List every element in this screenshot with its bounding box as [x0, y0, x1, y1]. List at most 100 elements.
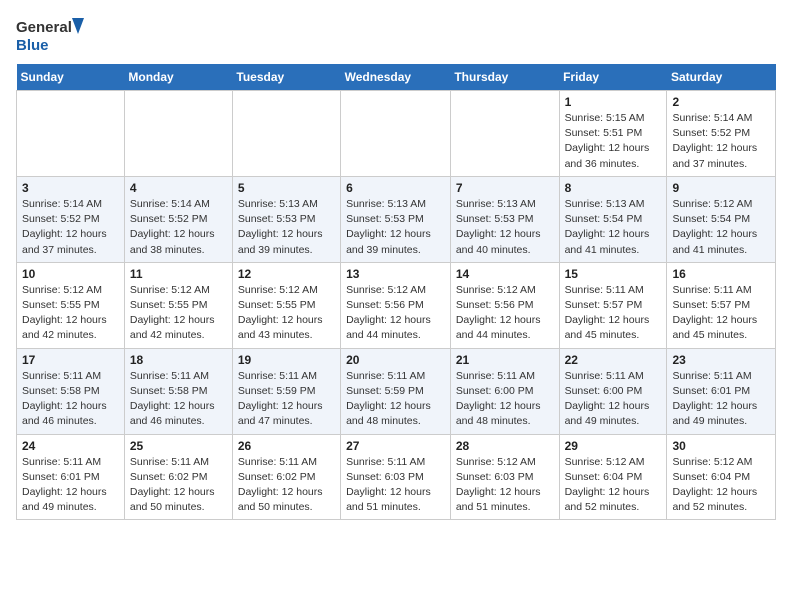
calendar-cell: 20Sunrise: 5:11 AM Sunset: 5:59 PM Dayli… — [341, 348, 451, 434]
calendar-cell: 11Sunrise: 5:12 AM Sunset: 5:55 PM Dayli… — [124, 262, 232, 348]
day-number: 30 — [672, 439, 770, 453]
day-info: Sunrise: 5:11 AM Sunset: 5:59 PM Dayligh… — [238, 369, 335, 430]
col-header-friday: Friday — [559, 64, 667, 91]
day-number: 23 — [672, 353, 770, 367]
calendar-cell: 27Sunrise: 5:11 AM Sunset: 6:03 PM Dayli… — [341, 434, 451, 520]
calendar-cell: 26 Sunrise: 5:11 AM Sunset: 6:02 PM Dayli… — [232, 434, 340, 520]
calendar-cell: 1 Sunrise: 5:15 AM Sunset: 5:51 PM Daylig… — [559, 91, 667, 177]
svg-text:General: General — [16, 19, 72, 36]
day-info: Sunrise: 5:12 AM Sunset: 6:03 PM Dayligh… — [456, 455, 554, 516]
calendar-cell: 28 Sunrise: 5:12 AM Sunset: 6:03 PM Dayli… — [450, 434, 559, 520]
day-info: Sunrise: 5:14 AM Sunset: 5:52 PM Dayligh… — [22, 197, 119, 258]
day-info: Sunrise: 5:13 AM Sunset: 5:53 PM Dayligh… — [346, 197, 445, 258]
day-number: 13 — [346, 267, 445, 281]
calendar-week-row: 3 Sunrise: 5:14 AM Sunset: 5:52 PM Daylig… — [17, 176, 776, 262]
calendar-cell: 18 Sunrise: 5:11 AM Sunset: 5:58 PM Dayli… — [124, 348, 232, 434]
day-info: Sunrise: 5:13 AM Sunset: 5:53 PM Dayligh… — [238, 197, 335, 258]
calendar-cell: 10 Sunrise: 5:12 AM Sunset: 5:55 PM Dayli… — [17, 262, 125, 348]
day-info: Sunrise: 5:12 AM Sunset: 5:55 PM Dayligh… — [238, 283, 335, 344]
calendar-cell — [450, 91, 559, 177]
day-number: 1 — [565, 95, 662, 109]
day-info: Sunrise: 5:11 AM Sunset: 6:01 PM Dayligh… — [22, 455, 119, 516]
day-info: Sunrise: 5:11 AM Sunset: 6:01 PM Dayligh… — [672, 369, 770, 430]
day-number: 21 — [456, 353, 554, 367]
calendar-cell: 5 Sunrise: 5:13 AM Sunset: 5:53 PM Daylig… — [232, 176, 340, 262]
day-info: Sunrise: 5:12 AM Sunset: 5:55 PM Dayligh… — [22, 283, 119, 344]
calendar-cell: 22 Sunrise: 5:11 AM Sunset: 6:00 PM Dayli… — [559, 348, 667, 434]
day-number: 4 — [130, 181, 227, 195]
page-header: GeneralBlue — [16, 16, 776, 54]
logo: GeneralBlue — [16, 16, 88, 54]
day-number: 3 — [22, 181, 119, 195]
calendar-cell: 29Sunrise: 5:12 AM Sunset: 6:04 PM Dayli… — [559, 434, 667, 520]
day-number: 19 — [238, 353, 335, 367]
day-number: 25 — [130, 439, 227, 453]
day-number: 10 — [22, 267, 119, 281]
col-header-tuesday: Tuesday — [232, 64, 340, 91]
day-number: 15 — [565, 267, 662, 281]
day-info: Sunrise: 5:11 AM Sunset: 5:58 PM Dayligh… — [22, 369, 119, 430]
day-info: Sunrise: 5:12 AM Sunset: 5:56 PM Dayligh… — [456, 283, 554, 344]
calendar-cell: 25Sunrise: 5:11 AM Sunset: 6:02 PM Dayli… — [124, 434, 232, 520]
day-number: 5 — [238, 181, 335, 195]
calendar-cell: 30 Sunrise: 5:12 AM Sunset: 6:04 PM Dayli… — [667, 434, 776, 520]
day-info: Sunrise: 5:11 AM Sunset: 6:03 PM Dayligh… — [346, 455, 445, 516]
day-info: Sunrise: 5:11 AM Sunset: 5:57 PM Dayligh… — [565, 283, 662, 344]
calendar-cell: 4Sunrise: 5:14 AM Sunset: 5:52 PM Daylig… — [124, 176, 232, 262]
day-info: Sunrise: 5:11 AM Sunset: 6:02 PM Dayligh… — [238, 455, 335, 516]
calendar-cell: 12 Sunrise: 5:12 AM Sunset: 5:55 PM Dayli… — [232, 262, 340, 348]
day-info: Sunrise: 5:11 AM Sunset: 6:00 PM Dayligh… — [456, 369, 554, 430]
calendar-cell: 7 Sunrise: 5:13 AM Sunset: 5:53 PM Daylig… — [450, 176, 559, 262]
calendar-cell: 2 Sunrise: 5:14 AM Sunset: 5:52 PM Daylig… — [667, 91, 776, 177]
calendar-cell: 19 Sunrise: 5:11 AM Sunset: 5:59 PM Dayli… — [232, 348, 340, 434]
day-number: 26 — [238, 439, 335, 453]
calendar-header-row: SundayMondayTuesdayWednesdayThursdayFrid… — [17, 64, 776, 91]
day-info: Sunrise: 5:12 AM Sunset: 5:56 PM Dayligh… — [346, 283, 445, 344]
day-number: 17 — [22, 353, 119, 367]
calendar-cell: 3 Sunrise: 5:14 AM Sunset: 5:52 PM Daylig… — [17, 176, 125, 262]
calendar-cell: 13 Sunrise: 5:12 AM Sunset: 5:56 PM Dayli… — [341, 262, 451, 348]
calendar-cell: 9 Sunrise: 5:12 AM Sunset: 5:54 PM Daylig… — [667, 176, 776, 262]
day-info: Sunrise: 5:11 AM Sunset: 6:00 PM Dayligh… — [565, 369, 662, 430]
day-number: 14 — [456, 267, 554, 281]
calendar-week-row: 10 Sunrise: 5:12 AM Sunset: 5:55 PM Dayli… — [17, 262, 776, 348]
calendar-table: SundayMondayTuesdayWednesdayThursdayFrid… — [16, 64, 776, 520]
calendar-week-row: 24Sunrise: 5:11 AM Sunset: 6:01 PM Dayli… — [17, 434, 776, 520]
day-info: Sunrise: 5:13 AM Sunset: 5:53 PM Dayligh… — [456, 197, 554, 258]
calendar-cell: 15 Sunrise: 5:11 AM Sunset: 5:57 PM Dayli… — [559, 262, 667, 348]
day-number: 20 — [346, 353, 445, 367]
day-number: 16 — [672, 267, 770, 281]
day-info: Sunrise: 5:14 AM Sunset: 5:52 PM Dayligh… — [672, 111, 770, 172]
svg-text:Blue: Blue — [16, 37, 49, 54]
day-number: 12 — [238, 267, 335, 281]
day-number: 6 — [346, 181, 445, 195]
col-header-sunday: Sunday — [17, 64, 125, 91]
day-number: 18 — [130, 353, 227, 367]
day-number: 9 — [672, 181, 770, 195]
calendar-cell: 16 Sunrise: 5:11 AM Sunset: 5:57 PM Dayli… — [667, 262, 776, 348]
calendar-cell: 23 Sunrise: 5:11 AM Sunset: 6:01 PM Dayli… — [667, 348, 776, 434]
day-info: Sunrise: 5:15 AM Sunset: 5:51 PM Dayligh… — [565, 111, 662, 172]
logo-icon: GeneralBlue — [16, 16, 88, 54]
calendar-cell: 14 Sunrise: 5:12 AM Sunset: 5:56 PM Dayli… — [450, 262, 559, 348]
day-info: Sunrise: 5:13 AM Sunset: 5:54 PM Dayligh… — [565, 197, 662, 258]
col-header-monday: Monday — [124, 64, 232, 91]
day-number: 22 — [565, 353, 662, 367]
day-info: Sunrise: 5:12 AM Sunset: 6:04 PM Dayligh… — [672, 455, 770, 516]
day-info: Sunrise: 5:12 AM Sunset: 5:54 PM Dayligh… — [672, 197, 770, 258]
calendar-cell — [341, 91, 451, 177]
day-number: 28 — [456, 439, 554, 453]
calendar-cell — [124, 91, 232, 177]
day-info: Sunrise: 5:11 AM Sunset: 5:57 PM Dayligh… — [672, 283, 770, 344]
calendar-cell: 24Sunrise: 5:11 AM Sunset: 6:01 PM Dayli… — [17, 434, 125, 520]
calendar-cell: 8 Sunrise: 5:13 AM Sunset: 5:54 PM Daylig… — [559, 176, 667, 262]
day-info: Sunrise: 5:11 AM Sunset: 5:58 PM Dayligh… — [130, 369, 227, 430]
day-number: 8 — [565, 181, 662, 195]
calendar-cell — [232, 91, 340, 177]
calendar-cell: 6 Sunrise: 5:13 AM Sunset: 5:53 PM Daylig… — [341, 176, 451, 262]
day-number: 11 — [130, 267, 227, 281]
day-number: 2 — [672, 95, 770, 109]
col-header-wednesday: Wednesday — [341, 64, 451, 91]
col-header-thursday: Thursday — [450, 64, 559, 91]
day-number: 7 — [456, 181, 554, 195]
